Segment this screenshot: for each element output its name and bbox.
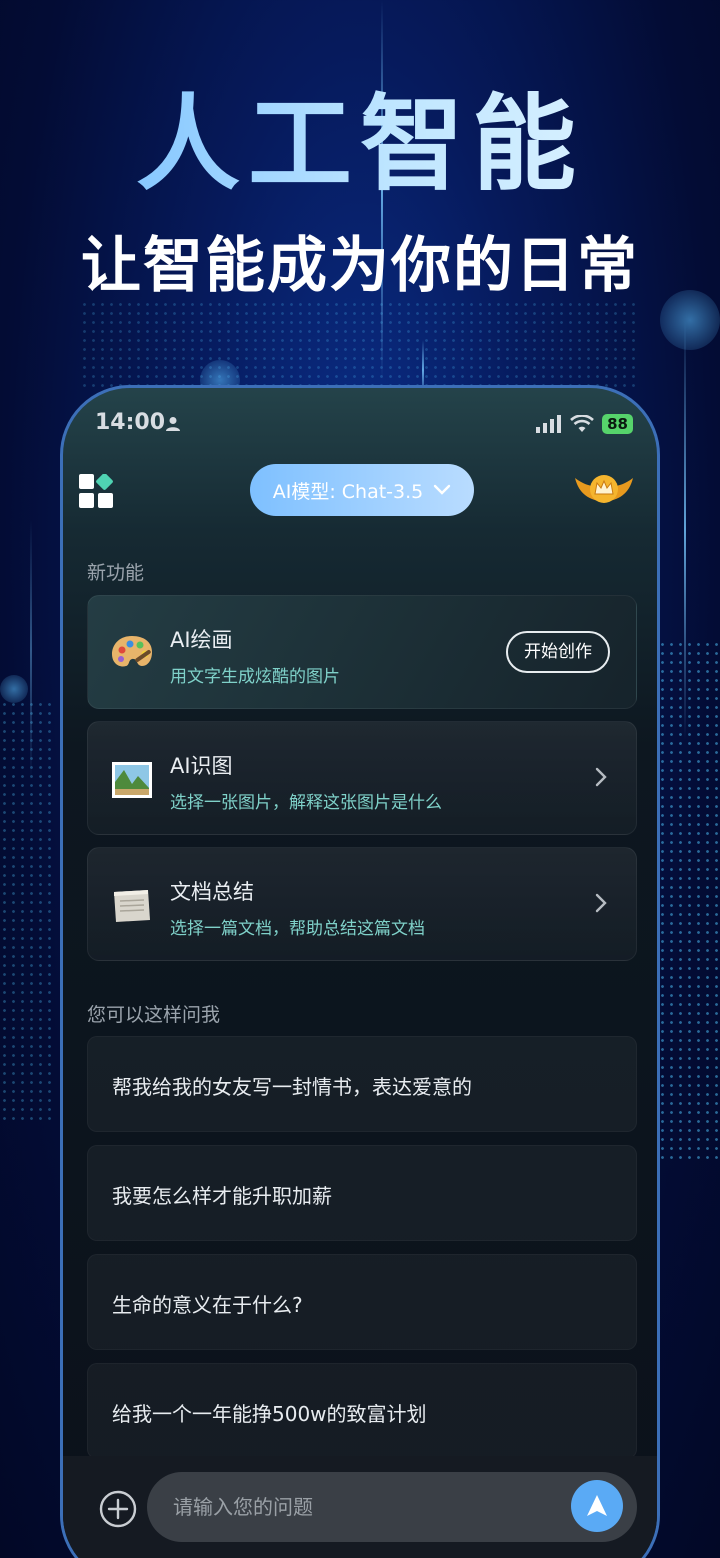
suggestion-text: 生命的意义在于什么? [112, 1293, 303, 1317]
suggestion-text: 给我一个一年能挣500w的致富计划 [112, 1402, 427, 1426]
hero-title: 人工智能 [0, 84, 720, 204]
picture-icon [112, 762, 152, 798]
chevron-right-icon [595, 893, 607, 913]
signal-icon [536, 415, 562, 433]
feature-desc: 选择一张图片，解释这张图片是什么 [170, 793, 442, 813]
send-icon [587, 1495, 607, 1516]
phone-mockup: 14:00 88 AI模型: Chat-3.5 新功能 AI绘画 用文字生成炫酷… [60, 385, 660, 1558]
suggestions-label: 您可以这样问我 [87, 1004, 221, 1026]
palette-icon [112, 636, 152, 667]
feature-desc: 用文字生成炫酷的图片 [170, 667, 340, 687]
plus-circle-icon[interactable] [99, 1490, 137, 1528]
start-create-button[interactable]: 开始创作 [506, 631, 610, 673]
document-icon [114, 890, 150, 922]
new-features-label: 新功能 [87, 562, 145, 584]
chevron-down-icon [434, 484, 451, 495]
model-label: AI模型: Chat-3.5 [272, 480, 424, 503]
suggestion-item[interactable]: 给我一个一年能挣500w的致富计划 [87, 1363, 637, 1459]
chat-input-bar [63, 1456, 657, 1558]
chevron-right-icon [595, 767, 607, 787]
feature-card-ai-image-recognition[interactable]: AI识图 选择一张图片，解释这张图片是什么 [87, 721, 637, 835]
battery-charging-icon: 88 [602, 414, 633, 434]
suggestion-text: 我要怎么样才能升职加薪 [112, 1184, 332, 1208]
person-icon [166, 417, 180, 431]
feature-card-document-summary[interactable]: 文档总结 选择一篇文档，帮助总结这篇文档 [87, 847, 637, 961]
suggestion-text: 帮我给我的女友写一封情书，表达爱意的 [112, 1075, 472, 1099]
model-selector[interactable]: AI模型: Chat-3.5 [250, 464, 474, 516]
feature-title: 文档总结 [170, 880, 254, 904]
hero-subtitle: 让智能成为你的日常 [81, 231, 639, 301]
suggestion-item[interactable]: 帮我给我的女友写一封情书，表达爱意的 [87, 1036, 637, 1132]
status-bar: 14:00 88 [63, 410, 657, 442]
status-indicators: 88 [536, 414, 633, 434]
feature-desc: 选择一篇文档，帮助总结这篇文档 [170, 919, 425, 939]
feature-title: AI绘画 [170, 628, 233, 652]
wifi-icon [570, 415, 595, 432]
crown-badge-icon[interactable] [573, 468, 635, 510]
suggestion-item[interactable]: 生命的意义在于什么? [87, 1254, 637, 1350]
send-button[interactable] [571, 1480, 623, 1532]
feature-title: AI识图 [170, 754, 233, 778]
grid-icon[interactable] [79, 474, 113, 508]
question-input[interactable] [147, 1472, 637, 1542]
status-time: 14:00 [95, 410, 166, 435]
suggestion-item[interactable]: 我要怎么样才能升职加薪 [87, 1145, 637, 1241]
feature-card-ai-painting[interactable]: AI绘画 用文字生成炫酷的图片 开始创作 [87, 595, 637, 709]
